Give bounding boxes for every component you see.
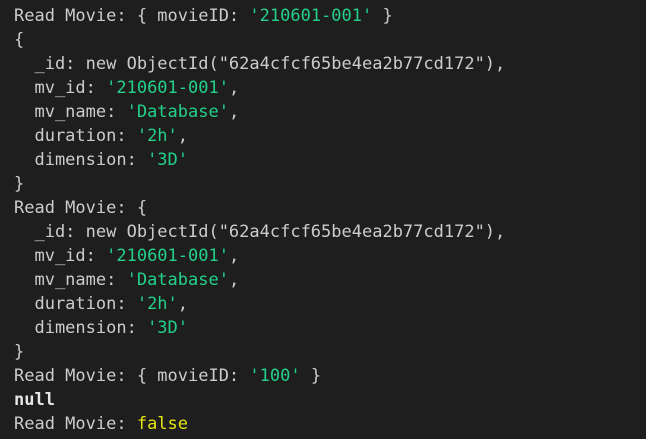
movie-id-string: '210601-001' (249, 6, 373, 26)
mv-name-field: mv_name: 'Database', (14, 270, 240, 290)
duration-value: '2h' (136, 126, 178, 146)
null-result: null (14, 388, 646, 412)
object-id-field: _id: new ObjectId("62a4cfcf65be4ea2b77cd… (14, 222, 506, 242)
duration-field: duration: '2h', (14, 126, 189, 146)
object-close-brace: } (14, 342, 25, 362)
object-close-brace: } (14, 174, 25, 194)
dimension-field: dimension: '3D' (14, 150, 189, 170)
log-line-read-movie-object: Read Movie: { (14, 198, 148, 218)
mv-id-value: '210601-001' (106, 246, 229, 266)
duration-value: '2h' (136, 294, 178, 314)
object-id-field: _id: new ObjectId("62a4cfcf65be4ea2b77cd… (14, 54, 506, 74)
log-text: Read Movie: { movieID: (14, 6, 250, 26)
dimension-field: dimension: '3D' (14, 318, 189, 338)
log-line-read-movie-query: Read Movie: { movieID: '100' } (14, 366, 322, 386)
null-value: null (14, 390, 55, 410)
mv-name-field: mv_name: 'Database', (14, 102, 240, 122)
movie-id-string: '100' (249, 366, 301, 386)
log-text: } (372, 6, 393, 26)
dimension-value: '3D' (147, 150, 189, 170)
duration-field: duration: '2h', (14, 294, 189, 314)
terminal-output: Read Movie: { movieID: '210601-001' } { … (0, 0, 646, 439)
mv-name-value: 'Database' (126, 102, 229, 122)
mv-id-field: mv_id: '210601-001', (14, 246, 240, 266)
mv-id-value: '210601-001' (106, 78, 229, 98)
mv-name-value: 'Database' (126, 270, 229, 290)
mv-id-field: mv_id: '210601-001', (14, 78, 240, 98)
log-line-read-movie-result: Read Movie: false (14, 414, 189, 434)
log-line-read-movie-query: Read Movie: { movieID: '210601-001' } (14, 4, 646, 28)
object-open-brace: { (14, 30, 25, 50)
boolean-result: false (136, 414, 189, 434)
dimension-value: '3D' (147, 318, 189, 338)
